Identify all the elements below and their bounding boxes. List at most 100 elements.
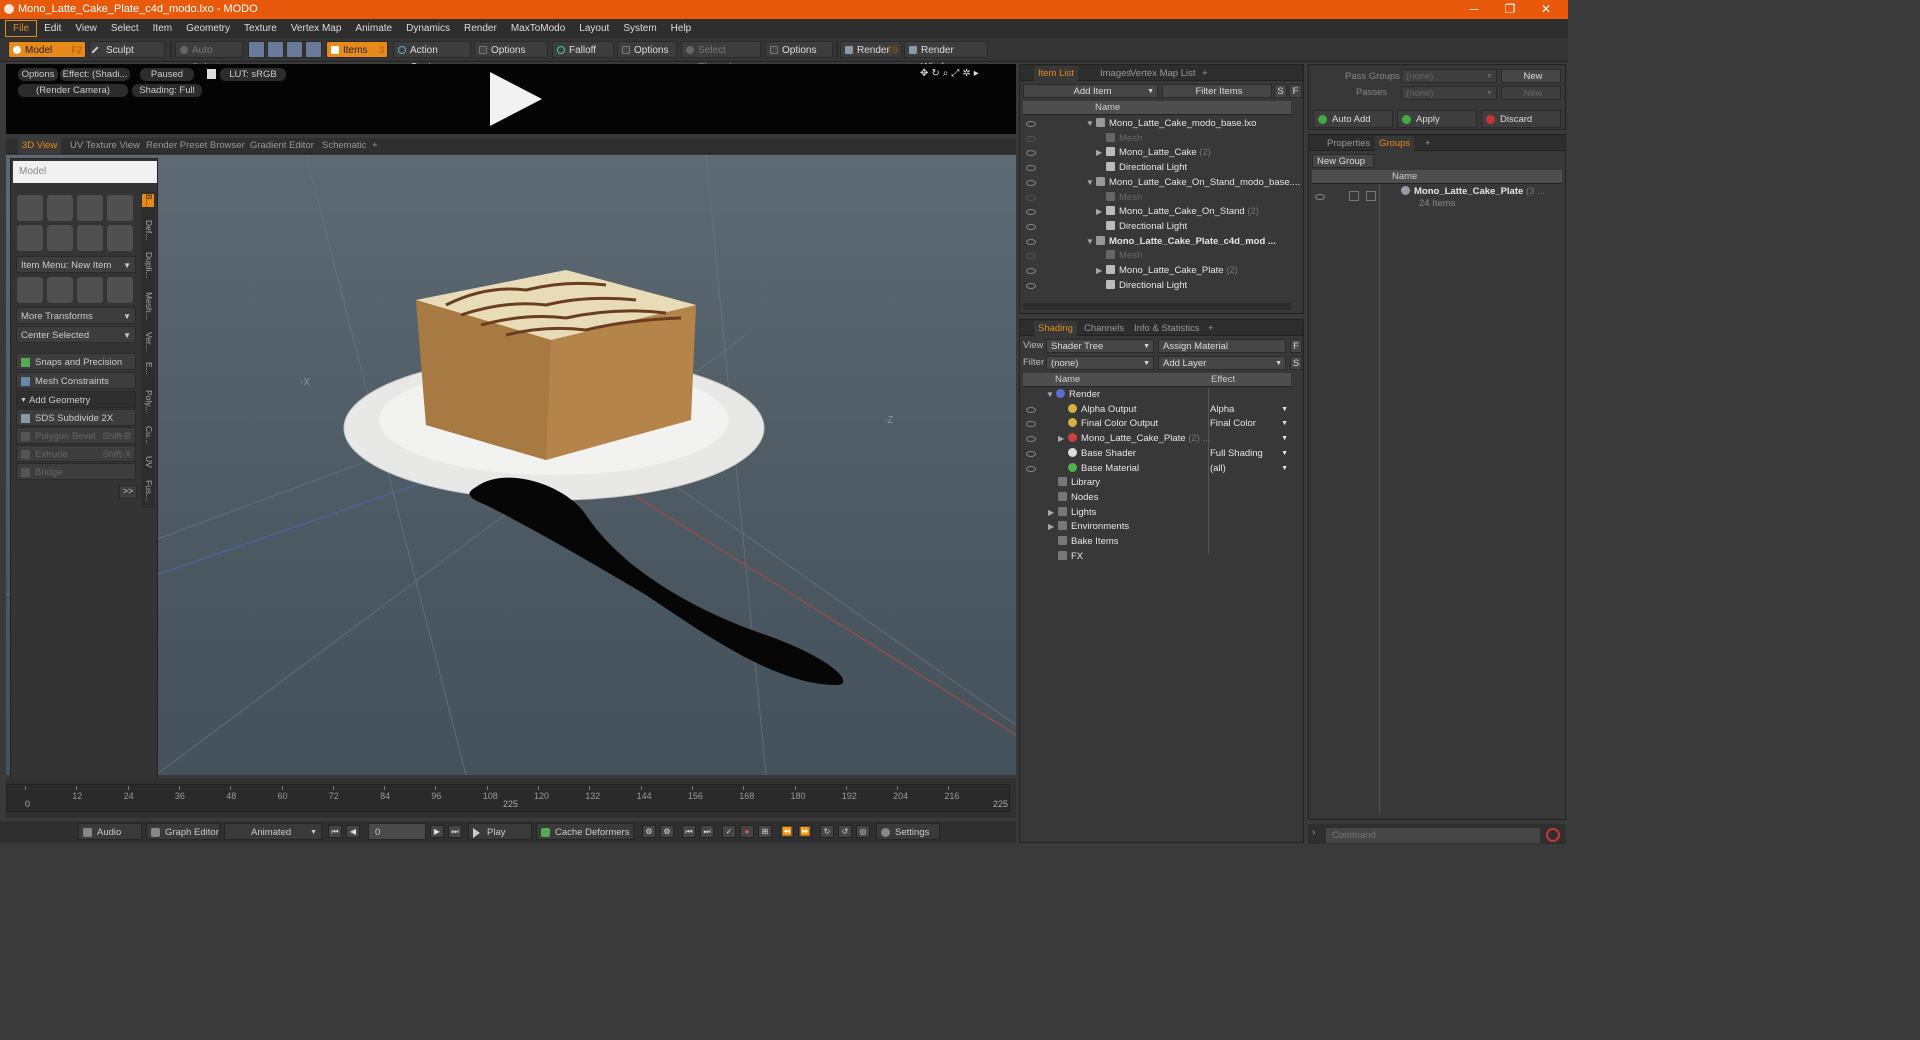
expand-arrow-icon[interactable]: ▶ — [1096, 205, 1106, 219]
camera-dropdown[interactable]: (Render Camera) — [18, 84, 128, 97]
item-list-row[interactable]: Mesh — [1096, 191, 1142, 205]
pass-groups-dropdown[interactable]: (none) ▼ — [1401, 69, 1497, 83]
passes-dropdown[interactable]: (none) ▼ — [1401, 86, 1497, 100]
filter-dropdown[interactable]: (none) ▼ — [1046, 356, 1154, 370]
go-end-icon[interactable]: ⏭ — [448, 825, 462, 838]
select-through-options-button[interactable]: Options — [765, 41, 833, 58]
menu-view[interactable]: View — [68, 21, 104, 36]
visibility-eye-icon[interactable] — [1026, 282, 1036, 289]
auto-add-button[interactable]: Auto Add — [1313, 110, 1393, 128]
toolbox-tab-7[interactable]: Cu... — [142, 426, 154, 444]
preview-nav-icons[interactable]: ✥↻⌕⤢✲▸ — [920, 68, 982, 79]
toolbox-tab-6[interactable]: Poly... — [142, 390, 154, 413]
filter-f-button[interactable]: F — [1289, 84, 1302, 98]
next-key-icon[interactable]: ▶ — [430, 825, 444, 838]
transform-tool-icon[interactable] — [17, 277, 43, 303]
visibility-eye-icon[interactable] — [1315, 194, 1325, 200]
tab-vertex-map-list[interactable]: Vertex Map List — [1126, 66, 1199, 81]
item-list-row[interactable]: Directional Light — [1096, 279, 1187, 293]
scale-tool-icon[interactable] — [107, 277, 133, 303]
item-list-row[interactable]: ▶ Mono_Latte_Cake_On_Stand (2) — [1096, 205, 1259, 219]
shader-tree-row[interactable]: ▶ Environments — [1048, 520, 1129, 534]
new-pass-group-button[interactable]: New — [1501, 69, 1561, 83]
record-icon[interactable]: ● — [740, 825, 754, 838]
menu-help[interactable]: Help — [664, 21, 699, 36]
search-s-button[interactable]: S — [1274, 84, 1287, 98]
items-mode-button[interactable]: Items 3 — [326, 41, 388, 58]
shader-tree-row[interactable]: FX — [1048, 550, 1083, 564]
render-button[interactable]: Render F9 — [840, 41, 902, 58]
grid-tool-icon[interactable] — [47, 277, 73, 303]
effect-dropdown[interactable]: ▼ — [1210, 432, 1288, 446]
visibility-eye-icon[interactable] — [1026, 165, 1036, 172]
cache-deformers-button[interactable]: Cache Deformers — [536, 823, 634, 840]
visibility-eye-icon[interactable] — [1026, 465, 1036, 472]
visibility-eye-icon[interactable] — [1026, 450, 1036, 457]
prev-key-icon[interactable]: ◀ — [346, 825, 360, 838]
tab-info-statistics[interactable]: Info & Statistics — [1130, 321, 1203, 336]
toolbox-tab-4[interactable]: Ver... — [142, 332, 154, 351]
tab--[interactable]: + — [368, 138, 382, 154]
shader-tree-row[interactable]: ▶ Lights — [1048, 506, 1096, 520]
tab-schematic[interactable]: Schematic — [318, 138, 370, 154]
extrude-button[interactable]: Extrude Shift-X — [16, 445, 136, 462]
auto-select-button[interactable]: Auto Select — [175, 41, 243, 73]
effect-dropdown[interactable]: Effect: (Shadi... — [60, 68, 130, 81]
menu-texture[interactable]: Texture — [237, 21, 284, 36]
item-list-row[interactable]: Directional Light — [1096, 220, 1187, 234]
visibility-eye-icon[interactable] — [1026, 238, 1036, 245]
menu-maxtomodo[interactable]: MaxToModo — [504, 21, 572, 36]
visibility-eye-icon[interactable] — [1026, 406, 1036, 413]
menu-file[interactable]: File — [5, 20, 38, 37]
add-geometry-header[interactable]: ▼ Add Geometry — [16, 391, 136, 408]
tab-gradient-editor[interactable]: Gradient Editor — [246, 138, 318, 154]
edges-mode-icon[interactable] — [267, 41, 284, 58]
toolbox-tab-9[interactable]: Fus... — [142, 480, 154, 501]
set-key-icon[interactable]: ✓ — [722, 825, 736, 838]
view-dropdown[interactable]: Shader Tree ▼ — [1046, 339, 1154, 353]
animated-dropdown[interactable]: Animated ▼ — [224, 823, 322, 840]
shader-tree-row[interactable]: Base Material — [1058, 462, 1139, 476]
go-start-icon[interactable]: ⏮ — [328, 825, 342, 838]
shader-tree-row[interactable]: Library — [1048, 476, 1100, 490]
tab--[interactable]: + — [1204, 321, 1218, 336]
toolbox-tab-3[interactable]: Mesh... — [142, 292, 154, 320]
audio-button[interactable]: Audio — [78, 823, 142, 840]
torus-tool-icon[interactable] — [17, 225, 43, 251]
expand-arrow-icon[interactable]: ▶ — [1096, 264, 1106, 278]
play-preview-icon[interactable] — [490, 72, 542, 126]
restore-button[interactable]: ❐ — [1491, 0, 1529, 19]
menu-layout[interactable]: Layout — [572, 21, 616, 36]
shader-tree-row[interactable]: Final Color Output — [1058, 417, 1158, 431]
cone-tool-icon[interactable] — [107, 195, 133, 221]
action-center-button[interactable]: Action Center — [393, 41, 471, 73]
item-list-row[interactable]: ▼ Mono_Latte_Cake_modo_base.lxo — [1086, 117, 1256, 131]
shader-tree-row[interactable]: ▶ Mono_Latte_Cake_Plate (2) ... — [1058, 432, 1210, 446]
sync-icon[interactable]: ↺ — [838, 825, 852, 838]
menu-render[interactable]: Render — [457, 21, 504, 36]
shader-tree-row[interactable]: Base Shader — [1058, 447, 1136, 461]
capsule-tool-icon[interactable] — [47, 225, 73, 251]
polygons-mode-icon[interactable] — [286, 41, 303, 58]
tab-item-list[interactable]: Item List — [1034, 66, 1078, 81]
visibility-eye-icon[interactable] — [1026, 253, 1036, 260]
lock-icon[interactable] — [207, 69, 216, 79]
paused-toggle[interactable]: Paused — [140, 68, 194, 81]
tab--[interactable]: + — [1198, 66, 1212, 81]
discard-button[interactable]: Discard — [1481, 110, 1561, 128]
minimize-button[interactable]: ─ — [1455, 0, 1493, 19]
expand-arrow-icon[interactable]: ▶ — [1096, 146, 1106, 160]
toolbox-tab-2[interactable]: Dupli... — [142, 252, 154, 278]
command-input[interactable]: Command — [1326, 828, 1540, 843]
menu-vertex-map[interactable]: Vertex Map — [284, 21, 349, 36]
visibility-eye-icon[interactable] — [1026, 179, 1036, 186]
expand-arrow-icon[interactable]: ▼ — [1086, 176, 1096, 190]
polygon-bevel-button[interactable]: Polygon Bevel Shift-B — [16, 427, 136, 444]
visibility-eye-icon[interactable] — [1026, 421, 1036, 428]
horizontal-scrollbar[interactable] — [1023, 303, 1291, 310]
vertices-mode-icon[interactable] — [248, 41, 265, 58]
search-s-button[interactable]: S — [1290, 356, 1302, 370]
key-options-icon[interactable]: ⊞ — [758, 825, 772, 838]
add-layer-dropdown[interactable]: Add Layer ▼ — [1158, 356, 1286, 370]
item-list-row[interactable]: Directional Light — [1096, 161, 1187, 175]
